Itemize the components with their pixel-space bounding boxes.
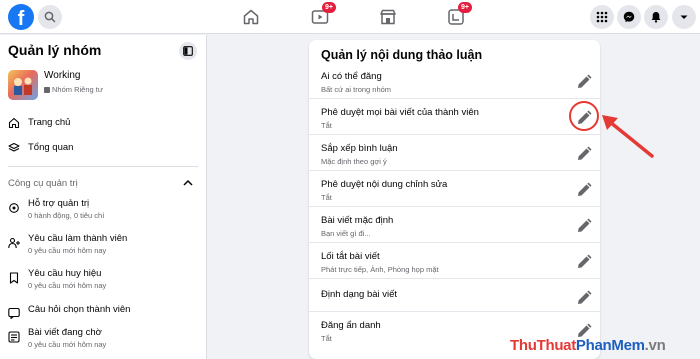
sidebar: Quản lý nhóm Working Nhóm Riêng tư Trang… [0,35,207,359]
pending-posts-item[interactable]: Bài viết đang chờ 0 yêu cầu mới hôm nay [8,327,198,353]
edit-pencil-icon[interactable] [575,253,593,271]
home-icon [243,9,259,25]
admin-assist-item[interactable]: Hỗ trợ quản trị 0 hành động, 0 tiêu chí [8,198,198,224]
messenger-icon [623,11,635,23]
tool-title: Yêu cầu làm thành viên [28,233,128,244]
divider [8,166,198,167]
setting-title: Ai có thể đăng [321,71,382,82]
setting-value: Tắt [321,121,332,130]
tool-subtitle: 0 yêu cầu mới hôm nay [28,281,107,290]
search-button[interactable] [38,5,62,29]
membership-questions-item[interactable]: Câu hỏi chọn thành viên [8,303,198,329]
edit-pencil-icon[interactable] [575,289,593,307]
panel-collapse-icon [183,46,193,56]
sidebar-toggle-button[interactable] [179,42,197,60]
sidebar-title: Quản lý nhóm [8,42,102,58]
row-divider [309,311,600,312]
tool-subtitle: 0 yêu cầu mới hôm nay [28,246,107,255]
watermark-logo: ThuThuatPhanMem.vn [510,337,666,354]
setting-title: Đăng ẩn danh [321,320,381,331]
row-divider [309,170,600,171]
discussion-settings-card: Quản lý nội dung thảo luận Ai có thể đăn… [309,40,600,359]
setting-row[interactable]: Định dạng bài viết [309,283,600,319]
tool-subtitle: 0 yêu cầu mới hôm nay [28,340,107,349]
admin-tools-section-title: Công cụ quản trị [8,178,78,189]
annotation-arrow [602,115,654,158]
nav-marketplace[interactable] [379,8,397,26]
tool-title: Câu hỏi chọn thành viên [28,304,131,315]
edit-pencil-icon[interactable] [575,145,593,163]
chevron-up-icon[interactable] [183,179,193,187]
nav-home[interactable] [242,8,260,26]
row-divider [309,242,600,243]
home-icon [8,117,20,129]
marketplace-icon [380,9,396,25]
notifications-button[interactable] [644,5,668,29]
setting-title: Phê duyệt nội dung chỉnh sửa [321,179,448,190]
layers-icon [8,142,20,152]
group-privacy: Nhóm Riêng tư [44,85,103,94]
setting-value: Tắt [321,193,332,202]
row-divider [309,206,600,207]
setting-value: Tắt [321,334,332,343]
card-title: Quản lý nội dung thảo luận [321,48,483,62]
tool-subtitle: 0 hành động, 0 tiêu chí [28,211,105,220]
group-avatar[interactable] [8,70,38,100]
sidebar-item-label: Tổng quan [28,142,74,153]
row-divider [309,98,600,99]
account-button[interactable] [672,5,696,29]
notifications-icon [651,12,661,23]
badge-icon [9,272,19,284]
badge-requests-item[interactable]: Yêu cầu huy hiệu 0 yêu cầu mới hôm nay [8,268,198,294]
question-icon [8,307,20,319]
menu-button[interactable] [590,5,614,29]
nav-gaming[interactable]: 9+ [447,2,472,26]
add-person-icon [8,237,20,249]
membership-requests-item[interactable]: Yêu cầu làm thành viên 0 yêu cầu mới hôm… [8,233,198,259]
lock-icon [44,87,50,93]
tool-title: Hỗ trợ quản trị [28,198,90,209]
tool-title: Bài viết đang chờ [28,327,102,338]
account-icon [680,15,688,19]
nav-watch[interactable]: 9+ [311,2,336,26]
messenger-button[interactable] [617,5,641,29]
setting-value: Bạn viết gì đi... [321,229,371,238]
setting-value: Mặc định theo gợi ý [321,157,387,166]
row-divider [309,278,600,279]
gear-icon [9,203,19,213]
group-name[interactable]: Working [44,70,81,81]
setting-value: Bất cứ ai trong nhóm [321,85,392,94]
sidebar-item-label: Trang chủ [28,117,71,128]
edit-pencil-icon[interactable] [575,73,593,91]
setting-title: Lối tắt bài viết [321,251,380,262]
row-divider [309,134,600,135]
facebook-logo[interactable]: f [8,4,34,30]
setting-value: Phát trực tiếp, Ảnh, Phòng họp mặt [321,265,439,274]
setting-title: Sắp xếp bình luận [321,143,398,154]
setting-title: Định dạng bài viết [321,289,398,300]
notification-badge: 9+ [458,2,472,13]
search-icon [44,11,56,23]
edit-pencil-icon[interactable] [575,181,593,199]
menu-grid-icon [596,11,608,23]
setting-title: Phê duyệt mọi bài viết của thành viên [321,107,479,118]
highlight-circle [569,101,599,131]
top-navigation-bar: f 9+ 9+ [0,0,700,34]
edit-pencil-icon[interactable] [575,217,593,235]
tool-title: Yêu cầu huy hiệu [28,268,102,279]
pending-posts-icon [8,331,20,343]
notification-badge: 9+ [322,2,336,13]
setting-title: Bài viết mặc định [321,215,394,226]
